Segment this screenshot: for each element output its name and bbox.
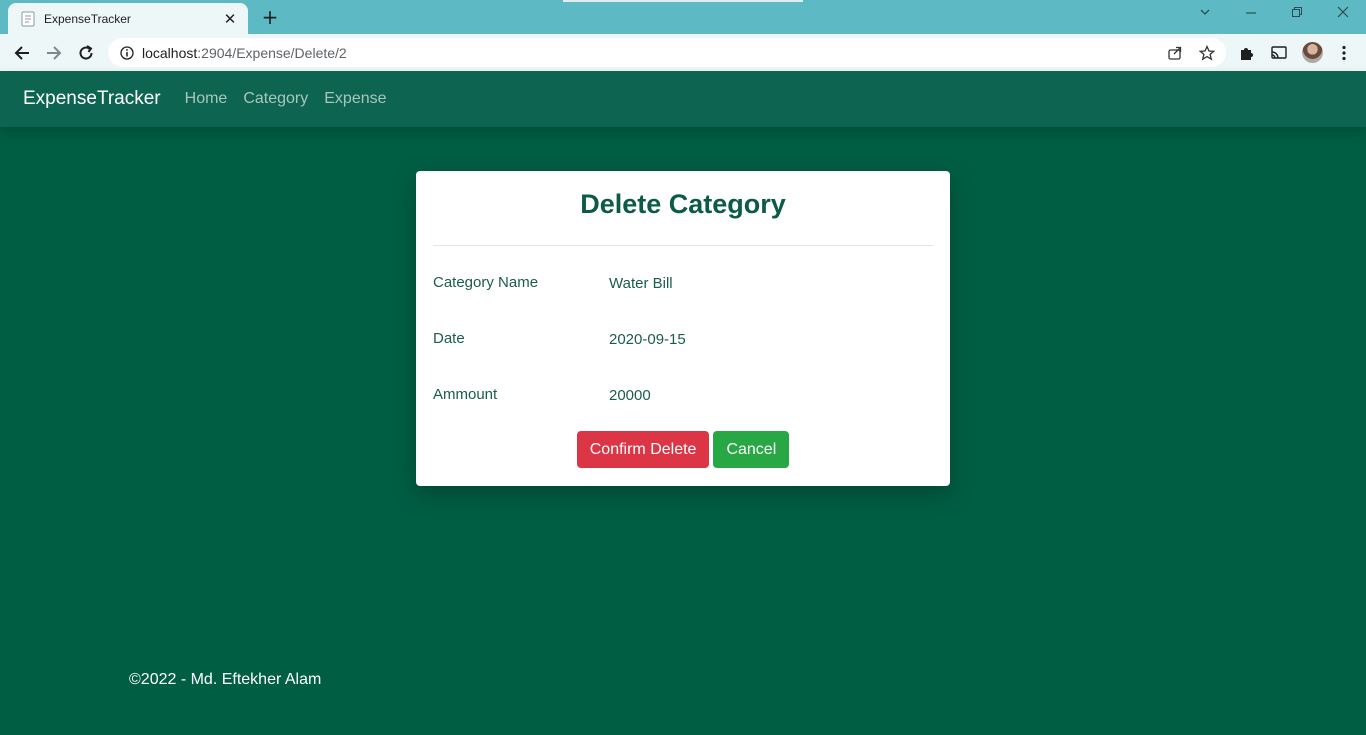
close-icon[interactable]: ✕ — [222, 10, 238, 28]
nav-link-category[interactable]: Category — [243, 90, 308, 108]
url-path: :2904/Expense/Delete/2 — [197, 44, 347, 61]
restore-icon[interactable] — [1285, 6, 1309, 26]
field-value: 2020-09-15 — [609, 331, 686, 348]
field-label: Category Name — [433, 274, 539, 291]
brand-link[interactable]: ExpenseTracker — [23, 88, 161, 110]
nav-link-expense[interactable]: Expense — [324, 90, 386, 108]
page-icon — [20, 11, 36, 27]
footer-copyright: ©2022 - Md. Eftekher Alam — [129, 671, 322, 688]
profile-avatar[interactable] — [1302, 42, 1323, 63]
site-info-icon[interactable] — [120, 45, 134, 60]
tab-title: ExpenseTracker — [44, 11, 131, 26]
browser-tab-bar: ExpenseTracker ✕ + — [0, 0, 1366, 34]
tab-search-icon[interactable] — [1193, 6, 1217, 26]
nav-link-home[interactable]: Home — [185, 90, 228, 108]
address-bar[interactable]: localhost:2904/Expense/Delete/2 — [108, 38, 1226, 67]
forward-arrow-icon[interactable] — [43, 42, 65, 64]
field-label: Date — [433, 330, 465, 347]
confirm-delete-button[interactable]: Confirm Delete — [576, 431, 710, 468]
menu-kebab-icon[interactable] — [1334, 43, 1354, 63]
new-tab-button[interactable]: + — [259, 6, 281, 28]
reload-icon[interactable] — [75, 42, 97, 64]
bookmark-star-icon[interactable] — [1198, 44, 1216, 62]
url-text: localhost:2904/Expense/Delete/2 — [142, 45, 347, 61]
action-buttons: Confirm Delete Cancel — [416, 431, 950, 468]
cancel-button[interactable]: Cancel — [713, 431, 790, 468]
url-host: localhost — [142, 44, 198, 61]
field-value: Water Bill — [609, 275, 673, 292]
divider — [433, 245, 933, 246]
tab-strip-indicator — [563, 0, 803, 2]
browser-toolbar: localhost:2904/Expense/Delete/2 — [0, 34, 1366, 71]
cast-icon[interactable] — [1269, 43, 1289, 63]
window-close-icon[interactable] — [1331, 6, 1355, 26]
page-title: Delete Category — [580, 189, 786, 219]
minimize-icon[interactable] — [1239, 6, 1263, 26]
share-icon[interactable] — [1166, 44, 1184, 62]
extensions-puzzle-icon[interactable] — [1237, 43, 1257, 63]
site-navbar: ExpenseTracker Home Category Expense — [0, 71, 1366, 127]
back-arrow-icon[interactable] — [11, 42, 33, 64]
delete-card: Delete Category Category Name Water Bill… — [416, 171, 950, 486]
field-value: 20000 — [609, 387, 651, 404]
browser-tab[interactable]: ExpenseTracker ✕ — [8, 3, 248, 34]
field-label: Ammount — [433, 386, 498, 403]
